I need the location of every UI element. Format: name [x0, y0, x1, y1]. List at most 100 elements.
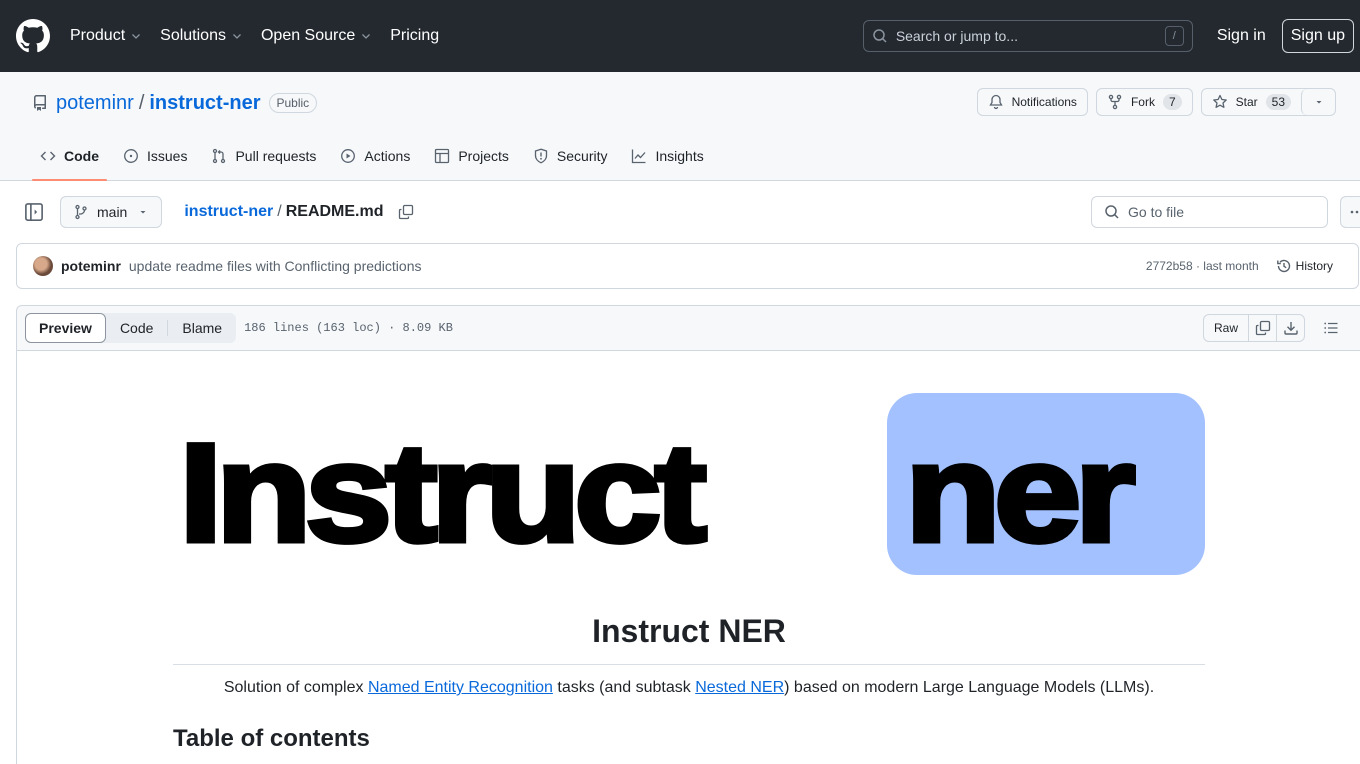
named-entity-recognition-link[interactable]: Named Entity Recognition	[368, 679, 553, 696]
graph-icon	[632, 149, 646, 163]
nav-open-source[interactable]: Open Source	[261, 27, 372, 45]
tab-security-label: Security	[556, 147, 608, 164]
kebab-horizontal-icon	[1350, 210, 1359, 214]
nav-product[interactable]: Product	[70, 27, 142, 45]
go-to-file-placeholder: Go to file	[1128, 204, 1185, 220]
caret-down-icon	[1316, 101, 1321, 104]
sign-up-button[interactable]: Sign up	[1281, 19, 1354, 53]
tab-code-label: Code	[64, 147, 99, 164]
avatar[interactable]	[33, 256, 53, 276]
view-mode-toggle: Preview Code Blame	[25, 313, 237, 343]
commit-author-link[interactable]: poteminr	[61, 258, 121, 274]
repo-nav: Code Issues Pull requests Actions Projec…	[32, 131, 720, 181]
copy-raw-button[interactable]	[1248, 315, 1276, 341]
branch-selector[interactable]: main	[60, 196, 163, 228]
play-icon	[341, 148, 356, 163]
nested-ner-link[interactable]: Nested NER	[695, 679, 784, 696]
shield-icon	[534, 148, 548, 164]
chevron-down-icon	[132, 34, 141, 39]
breadcrumb-repo-link[interactable]: instruct-ner	[184, 203, 273, 221]
repo-owner-link[interactable]: poteminr	[56, 92, 134, 115]
fork-icon	[1108, 94, 1122, 110]
raw-button[interactable]: Raw	[1204, 315, 1248, 341]
fork-label: Fork	[1130, 95, 1155, 109]
readme-intro: Solution of complex Named Entity Recogni…	[173, 679, 1205, 697]
github-logo-icon[interactable]	[16, 19, 50, 53]
go-to-file-input[interactable]: Go to file	[1091, 196, 1328, 228]
global-search-input[interactable]: Search or jump to... /	[862, 20, 1193, 52]
expand-file-tree-icon[interactable]	[24, 202, 44, 222]
fork-button[interactable]: Fork 7	[1095, 88, 1193, 116]
nav-solutions[interactable]: Solutions	[160, 27, 243, 45]
search-icon	[1105, 205, 1119, 219]
star-lists-dropdown[interactable]	[1301, 89, 1335, 115]
tab-insights-label: Insights	[655, 147, 704, 164]
search-icon	[873, 29, 887, 43]
breadcrumb-file-name: README.md	[285, 203, 384, 220]
repo-header: poteminr / instruct-ner Public Notificat…	[0, 72, 1360, 181]
nav-product-label: Product	[70, 27, 126, 44]
repo-actions: Notifications Fork 7 Star 53	[976, 88, 1336, 116]
search-placeholder: Search or jump to...	[895, 28, 1018, 44]
intro-text-2: tasks (and subtask	[552, 679, 696, 696]
code-icon	[40, 151, 56, 160]
readme-title: Instruct NER	[173, 613, 1205, 665]
breadcrumb-separator: /	[277, 203, 282, 220]
history-label: History	[1295, 259, 1333, 273]
notifications-button[interactable]: Notifications	[976, 88, 1088, 116]
outline-list-icon[interactable]	[1323, 320, 1339, 336]
nav-open-source-label: Open Source	[260, 27, 356, 44]
toc-heading: Table of contents	[173, 725, 370, 752]
tab-issues-label: Issues	[147, 147, 188, 164]
repo-name-link[interactable]: instruct-ner	[149, 92, 260, 115]
issue-icon	[124, 148, 138, 163]
download-button[interactable]	[1276, 315, 1304, 341]
commit-message-link[interactable]: update readme files with Conflicting pre…	[129, 258, 422, 274]
banner-text-instruct: Instruct	[176, 414, 710, 571]
branch-name: main	[97, 204, 128, 220]
tab-issues[interactable]: Issues	[115, 131, 195, 180]
tab-code[interactable]: Code	[32, 131, 107, 181]
history-button[interactable]: History	[1276, 258, 1333, 274]
star-button[interactable]: Star 53	[1201, 89, 1301, 115]
file-tools: Raw	[1202, 314, 1339, 342]
blame-tab[interactable]: Blame	[168, 313, 236, 343]
intro-text-1: Solution of complex	[223, 679, 368, 696]
nav-pricing[interactable]: Pricing	[390, 27, 439, 45]
global-nav: Product Solutions Open Source Pricing	[70, 27, 457, 45]
readme-content: Instruct ner Instruct NER Solution of co…	[17, 351, 1360, 764]
repo-separator: /	[138, 91, 145, 114]
branch-icon	[75, 204, 87, 220]
tab-insights[interactable]: Insights	[623, 131, 711, 180]
chevron-down-icon	[233, 34, 241, 39]
more-options-button[interactable]	[1340, 196, 1360, 228]
file-viewer: Preview Code Blame 186 lines (163 loc) ·…	[16, 305, 1360, 764]
tab-pull-requests-label: Pull requests	[235, 147, 317, 164]
breadcrumb: instruct-ner / README.md	[184, 203, 383, 221]
tab-projects-label: Projects	[458, 147, 509, 164]
chevron-down-icon	[362, 34, 371, 39]
intro-text-3: ) based on modern Large Language Models …	[784, 679, 1155, 696]
tab-pull-requests[interactable]: Pull requests	[203, 131, 324, 180]
file-info: 186 lines (163 loc) · 8.09 KB	[244, 321, 453, 335]
readme-banner-image: Instruct ner	[173, 393, 1205, 575]
file-actions-group: Raw	[1202, 314, 1305, 342]
preview-tab[interactable]: Preview	[25, 313, 106, 343]
tab-projects[interactable]: Projects	[426, 131, 517, 180]
commit-hash-and-date[interactable]: 2772b58 · last month	[1146, 259, 1259, 273]
global-header: Product Solutions Open Source Pricing Se…	[0, 0, 1360, 72]
nav-solutions-label: Solutions	[160, 27, 226, 44]
copy-path-icon[interactable]	[398, 204, 414, 220]
notifications-label: Notifications	[1011, 95, 1077, 109]
tab-security[interactable]: Security	[525, 131, 616, 180]
star-icon	[1212, 94, 1227, 108]
sign-in-link[interactable]: Sign in	[1217, 27, 1266, 45]
code-tab[interactable]: Code	[106, 313, 167, 343]
copy-icon	[1255, 320, 1270, 336]
tab-actions-label: Actions	[364, 147, 411, 164]
tab-actions[interactable]: Actions	[332, 131, 418, 180]
pull-request-icon	[213, 148, 226, 163]
file-navigation-bar: main instruct-ner / README.md Go to file	[0, 181, 1360, 243]
download-icon	[1283, 322, 1298, 335]
search-shortcut-key: /	[1164, 26, 1184, 46]
